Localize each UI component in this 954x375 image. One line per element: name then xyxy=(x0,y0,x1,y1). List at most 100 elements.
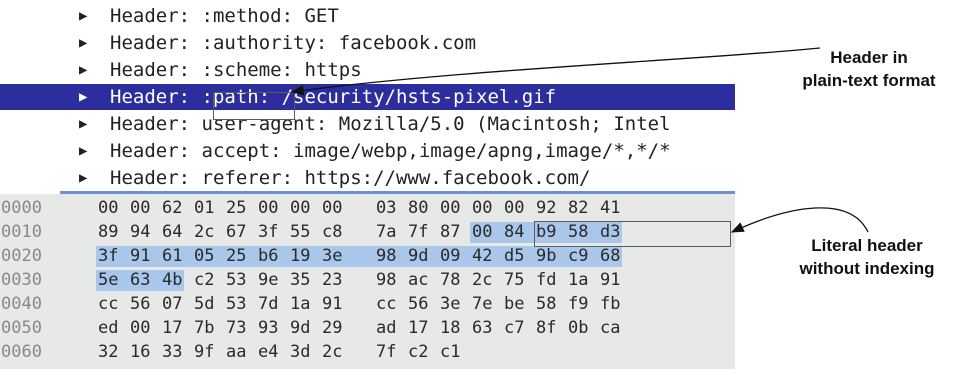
expand-arrow-icon[interactable]: ▶ xyxy=(79,111,87,137)
hex-byte[interactable]: d5 xyxy=(502,246,536,267)
hex-byte[interactable]: 53 xyxy=(226,270,248,291)
hex-byte[interactable]: 75 xyxy=(504,270,526,291)
hex-byte[interactable]: 80 xyxy=(408,198,430,219)
hex-byte[interactable]: 9b xyxy=(534,246,568,267)
hex-byte[interactable]: cc xyxy=(98,294,120,315)
hex-byte[interactable]: e4 xyxy=(258,342,280,363)
hex-byte[interactable]: 42 xyxy=(470,246,504,267)
hex-byte[interactable]: f9 xyxy=(568,294,590,315)
tree-row[interactable]: ▶ Header: accept: image/webp,image/apng,i… xyxy=(0,138,735,164)
hex-byte[interactable]: 19 xyxy=(288,246,322,267)
hex-byte[interactable]: 94 xyxy=(130,222,152,243)
expand-arrow-icon[interactable]: ▶ xyxy=(79,138,87,164)
hex-byte[interactable]: 17 xyxy=(162,318,184,339)
hex-byte[interactable]: 84 xyxy=(502,222,536,243)
hex-byte[interactable]: 00 xyxy=(470,222,504,243)
hex-byte[interactable]: fb xyxy=(600,294,622,315)
hex-byte[interactable]: c2 xyxy=(408,342,430,363)
hex-byte[interactable]: 2c xyxy=(322,342,344,363)
expand-arrow-icon[interactable]: ▶ xyxy=(79,84,87,110)
hex-byte[interactable]: 7d xyxy=(258,294,280,315)
hex-byte[interactable]: 7f xyxy=(408,222,430,243)
hex-byte[interactable]: 3d xyxy=(290,342,312,363)
tree-row[interactable]: ▶ Header: :authority: facebook.com xyxy=(0,30,735,56)
hex-byte[interactable]: c2 xyxy=(194,270,216,291)
hex-byte[interactable]: c9 xyxy=(566,246,600,267)
tree-row[interactable]: ▶ Header: :scheme: https xyxy=(0,57,735,83)
hex-byte[interactable]: 5d xyxy=(194,294,216,315)
tree-row[interactable]: ▶ Header: :path: /security/hsts-pixel.gif xyxy=(0,84,735,110)
hex-byte[interactable]: 1a xyxy=(290,294,312,315)
hex-byte[interactable]: 33 xyxy=(162,342,184,363)
hex-byte[interactable]: 98 xyxy=(374,246,408,267)
hex-byte[interactable]: 56 xyxy=(408,294,430,315)
hex-byte[interactable]: 89 xyxy=(98,222,120,243)
hex-byte[interactable]: 25 xyxy=(224,246,258,267)
hex-byte[interactable]: ed xyxy=(98,318,120,339)
hex-byte[interactable]: 53 xyxy=(226,294,248,315)
tree-row[interactable]: ▶ Header: user-agent: Mozilla/5.0 (Macint… xyxy=(0,111,735,137)
hex-byte[interactable]: 16 xyxy=(130,342,152,363)
hex-byte[interactable]: 98 xyxy=(376,270,398,291)
expand-arrow-icon[interactable]: ▶ xyxy=(79,3,87,29)
hex-byte[interactable]: 87 xyxy=(440,222,462,243)
hex-byte[interactable]: 3e xyxy=(440,294,462,315)
hex-byte[interactable]: 00 xyxy=(130,318,152,339)
hex-byte[interactable]: 4b xyxy=(160,270,184,291)
hex-byte[interactable]: 93 xyxy=(258,318,280,339)
hex-byte[interactable]: 3e xyxy=(320,246,376,267)
hex-byte[interactable]: cc xyxy=(376,294,398,315)
hex-byte[interactable]: 00 xyxy=(322,198,344,219)
hex-byte[interactable]: 00 xyxy=(504,198,526,219)
hex-byte[interactable]: 7e xyxy=(472,294,494,315)
hex-byte[interactable]: b6 xyxy=(256,246,290,267)
hex-byte[interactable]: c7 xyxy=(504,318,526,339)
hex-byte[interactable]: ac xyxy=(408,270,430,291)
hex-byte[interactable]: 1a xyxy=(568,270,590,291)
hex-byte[interactable]: 23 xyxy=(322,270,344,291)
hex-byte[interactable]: 2c xyxy=(472,270,494,291)
hex-byte[interactable]: 00 xyxy=(258,198,280,219)
hex-byte[interactable]: 64 xyxy=(162,222,184,243)
hex-byte[interactable]: 3f xyxy=(96,246,130,267)
hex-byte[interactable]: 2c xyxy=(194,222,216,243)
hex-byte[interactable]: 7f xyxy=(376,342,398,363)
hex-byte[interactable]: 63 xyxy=(472,318,494,339)
hex-byte[interactable]: 9d xyxy=(290,318,312,339)
hex-byte[interactable]: 67 xyxy=(226,222,248,243)
hex-byte[interactable]: 09 xyxy=(438,246,472,267)
hex-byte[interactable]: 00 xyxy=(130,198,152,219)
hex-byte[interactable]: 63 xyxy=(128,270,162,291)
hex-byte[interactable]: 78 xyxy=(440,270,462,291)
hex-byte[interactable]: 92 xyxy=(536,198,558,219)
hex-byte[interactable]: 00 xyxy=(98,198,120,219)
hex-byte[interactable]: be xyxy=(504,294,526,315)
hex-byte[interactable]: 9d xyxy=(406,246,440,267)
hex-byte[interactable]: c1 xyxy=(440,342,462,363)
hex-byte[interactable]: 8f xyxy=(536,318,558,339)
hex-byte[interactable]: c8 xyxy=(322,222,344,243)
hex-byte[interactable]: 03 xyxy=(376,198,398,219)
hex-byte[interactable]: 91 xyxy=(128,246,162,267)
hex-byte[interactable]: 41 xyxy=(600,198,622,219)
hex-byte[interactable]: 9f xyxy=(194,342,216,363)
hex-byte[interactable]: 35 xyxy=(290,270,312,291)
hex-byte[interactable]: 00 xyxy=(440,198,462,219)
expand-arrow-icon[interactable]: ▶ xyxy=(79,30,87,56)
hex-byte[interactable]: 61 xyxy=(160,246,194,267)
hex-byte[interactable]: 3f xyxy=(258,222,280,243)
hex-byte[interactable]: 18 xyxy=(440,318,462,339)
expand-arrow-icon[interactable]: ▶ xyxy=(79,57,87,83)
hex-byte[interactable]: 05 xyxy=(192,246,226,267)
hex-byte[interactable]: 7a xyxy=(376,222,398,243)
hex-byte[interactable]: 7b xyxy=(194,318,216,339)
hex-byte[interactable]: 82 xyxy=(568,198,590,219)
hex-byte[interactable]: 32 xyxy=(98,342,120,363)
hex-byte[interactable]: 01 xyxy=(194,198,216,219)
expand-arrow-icon[interactable]: ▶ xyxy=(79,165,87,190)
hex-byte[interactable]: 07 xyxy=(162,294,184,315)
hex-byte[interactable]: 00 xyxy=(290,198,312,219)
hex-byte[interactable]: aa xyxy=(226,342,248,363)
hex-byte[interactable]: 9e xyxy=(258,270,280,291)
hex-byte[interactable]: 91 xyxy=(600,270,622,291)
